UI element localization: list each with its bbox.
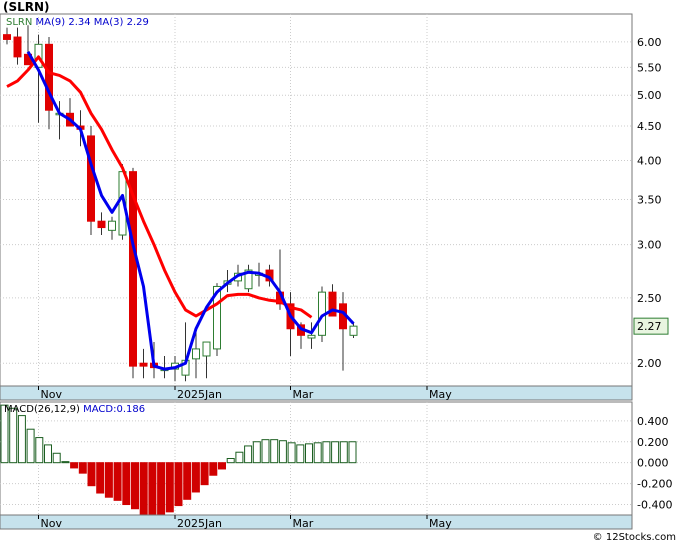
macd-bar xyxy=(70,462,79,469)
last-price-label: 2.27 xyxy=(637,320,662,333)
price-tick-label: 2.00 xyxy=(637,357,662,370)
macd-bar xyxy=(244,445,253,464)
macd-x-label: Nov xyxy=(41,517,63,530)
macd-bar xyxy=(122,462,131,506)
price-tick-label: 5.00 xyxy=(637,89,662,102)
macd-bar xyxy=(44,444,52,464)
price-x-label: Mar xyxy=(293,388,314,401)
macd-bar xyxy=(287,442,296,464)
macd-tick-label: -0.400 xyxy=(637,499,672,512)
candle-body xyxy=(13,36,22,58)
price-x-label: Nov xyxy=(41,388,63,401)
macd-bar xyxy=(278,440,287,464)
candle-body xyxy=(87,135,95,222)
macd-tick-label: 0.200 xyxy=(637,436,669,449)
price-tick-label: 3.50 xyxy=(637,194,662,207)
macd-bar xyxy=(26,428,35,464)
macd-legend-entry: MACD:0.186 xyxy=(83,404,145,415)
watermark: © 12Stocks.com xyxy=(592,532,676,543)
price-x-label: 2025Jan xyxy=(177,388,222,401)
macd-bar xyxy=(78,462,87,474)
macd-bar xyxy=(191,462,200,493)
price-legend: SLRN MA(9) 2.34 MA(3) 2.29 xyxy=(6,17,149,28)
macd-x-label: Mar xyxy=(293,517,314,530)
macd-bar xyxy=(200,462,209,486)
legend-entry: MA(9) 2.34 xyxy=(36,17,94,28)
macd-bar xyxy=(104,462,113,498)
macd-tick-label: -0.200 xyxy=(637,478,672,491)
macd-bar xyxy=(61,461,70,464)
macd-bar xyxy=(17,415,26,464)
macd-bar xyxy=(174,462,183,507)
price-tick-label: 4.00 xyxy=(637,154,662,167)
legend-entry: MA(3) 2.29 xyxy=(94,17,149,28)
macd-bar xyxy=(313,442,322,464)
macd-bar xyxy=(87,462,96,487)
macd-bar xyxy=(235,451,244,464)
macd-bar xyxy=(157,462,166,518)
macd-date-strip xyxy=(0,514,633,530)
macd-x-label: 2025Jan xyxy=(177,517,222,530)
price-tick-label: 2.50 xyxy=(637,292,662,305)
price-date-strip xyxy=(0,385,633,401)
macd-bar xyxy=(331,441,340,464)
chart-title: (SLRN) xyxy=(3,0,50,14)
price-x-label: May xyxy=(429,388,452,401)
macd-bar xyxy=(270,439,279,464)
macd-bar xyxy=(339,441,348,464)
candle-body xyxy=(192,348,200,360)
macd-bar xyxy=(113,462,122,501)
chart-stage: (SLRN) 6.00 5.50 5.00 4.50 4.00 3.50 3.00 2.50 2… xyxy=(0,0,680,546)
candle-body xyxy=(307,334,316,339)
macd-bar xyxy=(139,462,148,516)
macd-bar xyxy=(165,462,174,513)
macd-legend-entry: MACD(26,12,9) xyxy=(4,404,83,415)
macd-tick-label: 0.400 xyxy=(637,415,669,428)
candle-body xyxy=(3,34,11,40)
macd-bar xyxy=(252,441,261,464)
macd-bar xyxy=(261,439,270,464)
macd-bar xyxy=(131,462,139,510)
price-tick-label: 4.50 xyxy=(637,120,662,133)
macd-bar xyxy=(9,407,18,464)
macd-bar xyxy=(96,462,105,494)
candle-body xyxy=(349,325,358,336)
macd-bar xyxy=(322,441,331,464)
candle-body xyxy=(139,362,148,367)
price-tick-label: 3.00 xyxy=(637,239,662,252)
candle-body xyxy=(202,341,211,357)
macd-bar xyxy=(296,444,305,464)
candle-body xyxy=(108,220,116,231)
macd-x-label: May xyxy=(429,517,452,530)
legend-entry: SLRN xyxy=(6,17,36,28)
price-tick-label: 6.00 xyxy=(637,36,662,49)
macd-bar xyxy=(305,443,313,464)
macd-legend: MACD(26,12,9) MACD:0.186 xyxy=(4,404,145,415)
stock-chart-svg: 6.00 5.50 5.00 4.50 4.00 3.50 3.00 2.50 2.00 SLRN… xyxy=(0,13,672,530)
macd-bar xyxy=(218,462,226,470)
price-tick-label: 5.50 xyxy=(637,61,662,74)
macd-bar xyxy=(226,458,235,464)
macd-bar xyxy=(148,462,157,518)
macd-bar xyxy=(52,452,61,464)
candle-body xyxy=(97,220,106,229)
macd-bar xyxy=(348,441,357,464)
macd-bar xyxy=(35,437,44,464)
macd-tick-label: 0.000 xyxy=(637,457,669,470)
macd-bar xyxy=(209,462,218,476)
macd-bar xyxy=(183,462,192,500)
